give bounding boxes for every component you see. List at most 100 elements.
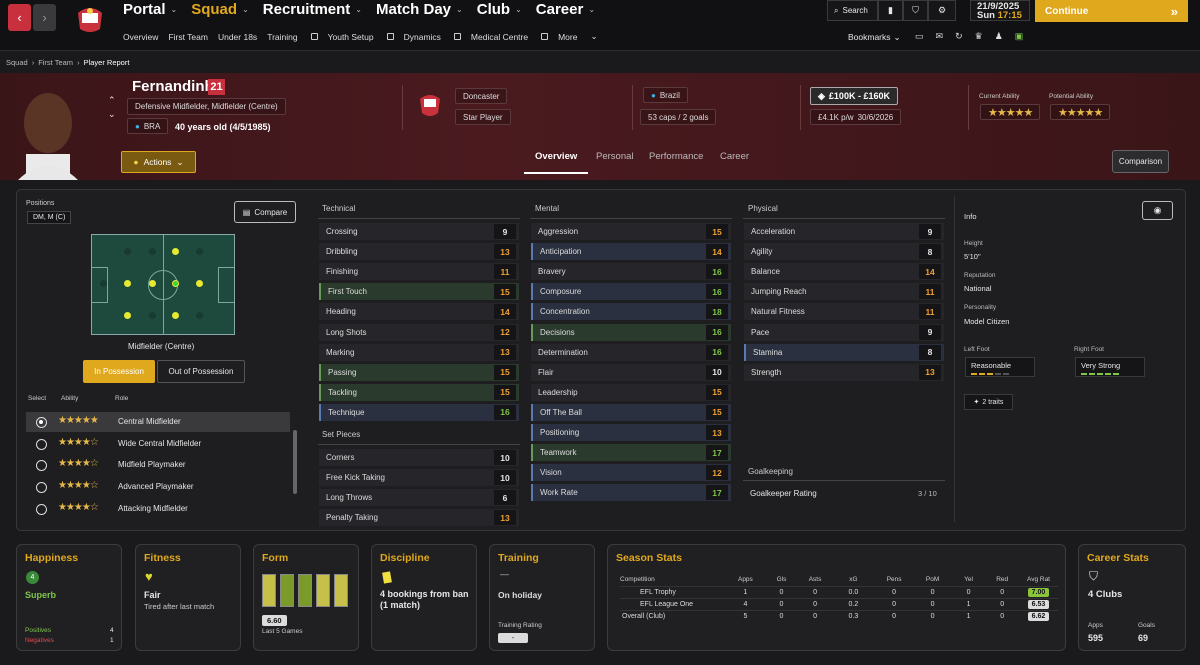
attribute-label: Decisions [540, 327, 575, 337]
settings-button[interactable]: ⚙ [928, 0, 956, 21]
sparkle-icon: ✦ [973, 399, 980, 406]
tab-performance[interactable]: Performance [649, 151, 703, 162]
role-row[interactable]: ★★★★☆ Midfield Playmaker [26, 455, 290, 475]
roles-scrollbar[interactable] [293, 430, 297, 494]
search-button[interactable]: ⌕ Search [827, 0, 878, 21]
fitness-card[interactable]: Fitness ♥ Fair Tired after last match [135, 544, 241, 651]
attribute-row: Decisions 16 [531, 323, 731, 341]
left-foot-label: Left Foot [964, 346, 990, 353]
attribute-value: 14 [919, 264, 941, 280]
next-player-icon[interactable]: ⌄ [108, 109, 116, 120]
refresh-icon[interactable]: ↻ [955, 31, 963, 42]
actions-button[interactable]: ● Actions ⌄ [121, 151, 196, 173]
comparison-button[interactable]: Comparison [1112, 150, 1169, 173]
attribute-label: Tackling [328, 387, 357, 397]
subnav-under-18s[interactable]: Under 18s [218, 31, 257, 42]
nav-club[interactable]: Club ⌄ [477, 0, 522, 18]
season-stats-cell: 7.00 [1018, 585, 1058, 598]
radio-button[interactable] [36, 417, 47, 428]
tab-career[interactable]: Career [720, 151, 749, 162]
radio-button[interactable] [36, 482, 47, 494]
notes-icon[interactable]: ▣ [1015, 31, 1024, 42]
club-crest-icon[interactable] [70, 3, 110, 35]
attribute-row: Acceleration 9 [744, 223, 944, 240]
nav-career[interactable]: Career ⌄ [536, 0, 595, 18]
inbox-icon[interactable]: ✉ [936, 31, 944, 42]
subnav-first-team[interactable]: First Team [168, 31, 208, 42]
nav-squad[interactable]: Squad ⌄ [191, 0, 249, 18]
club-name[interactable]: Doncaster [455, 88, 508, 104]
attribute-value: 17 [706, 485, 728, 501]
tab-overview[interactable]: Overview [535, 151, 577, 162]
discipline-card[interactable]: Discipline 4 bookings from ban (1 match) [371, 544, 477, 651]
role-row[interactable]: ★★★★☆ Attacking Midfielder [26, 499, 290, 519]
subnav-dynamics[interactable]: Dynamics [404, 31, 461, 42]
shield-button[interactable]: ⛉ [903, 0, 928, 21]
nav-recruitment[interactable]: Recruitment ⌄ [263, 0, 362, 18]
prev-player-icon[interactable]: ⌃ [108, 95, 116, 106]
subnav-overview[interactable]: Overview [123, 31, 158, 42]
attribute-value: 13 [919, 364, 941, 380]
attribute-value: 11 [494, 264, 516, 280]
shirt-icon[interactable]: ♟ [995, 31, 1003, 42]
attribute-row: Corners 10 [319, 449, 519, 466]
trophy-icon[interactable]: ♛ [975, 31, 983, 42]
form-rating: 6.60 [262, 615, 287, 626]
season-stats-cell: 0 [874, 597, 914, 610]
role-row[interactable]: ★★★★☆ Advanced Playmaker [26, 477, 290, 497]
back-button[interactable]: ‹ [8, 4, 31, 31]
chat-icon[interactable]: ▭ [915, 31, 924, 42]
career-stats-card[interactable]: Career Stats ⛉ 4 Clubs Apps 595 Goals 69 [1078, 544, 1186, 651]
season-stats-card[interactable]: Season Stats Competition Apps Gls Asts xG Pen… [607, 544, 1066, 651]
form-card[interactable]: Form 6.60 Last 5 Games [253, 544, 359, 651]
breadcrumb-squad[interactable]: Squad [6, 58, 28, 67]
nav-match-day[interactable]: Match Day ⌄ [376, 0, 463, 18]
radio-button[interactable] [36, 438, 47, 450]
attribute-row: Agility 8 [744, 243, 944, 261]
breadcrumb-first-team[interactable]: First Team [38, 58, 73, 67]
subnav-training[interactable]: Training [267, 31, 318, 42]
subnav-more[interactable]: More ⌄ [558, 31, 608, 42]
season-stats-cell: 0 [985, 609, 1019, 622]
happiness-card[interactable]: Happiness 4 Superb Positives 4 Negatives… [16, 544, 122, 651]
in-possession-button[interactable]: In Possession [83, 360, 155, 383]
nation-name[interactable]: ● Brazil [643, 87, 688, 103]
subnav-youth-setup[interactable]: Youth Setup [328, 31, 394, 42]
out-of-possession-button[interactable]: Out of Possession [157, 360, 245, 383]
nationality-code: ● BRA [127, 118, 169, 134]
training-card[interactable]: Training — On holiday Training Rating - [489, 544, 595, 651]
tab-personal[interactable]: Personal [596, 151, 634, 162]
attribute-value: 13 [494, 510, 516, 526]
nav-portal[interactable]: Portal ⌄ [123, 0, 177, 18]
attribute-row: Vision 12 [531, 464, 731, 482]
attribute-value: 16 [706, 324, 728, 340]
attribute-value: 13 [706, 425, 728, 440]
scout-button[interactable]: ◉ [1142, 201, 1173, 220]
avg-rating-badge: 7.00 [1027, 587, 1050, 597]
attribute-row: Flair 10 [531, 363, 731, 381]
physical-title: Physical [748, 204, 778, 213]
date-display[interactable]: 21/9/2025 Sun 17:15 [970, 0, 1030, 21]
left-foot-box: Reasonable [965, 357, 1035, 377]
position-dot [196, 248, 203, 255]
attribute-row: Free Kick Taking 10 [319, 469, 519, 487]
role-row[interactable]: ★★★★☆ Wide Central Midfielder [26, 434, 290, 454]
bookmark-button[interactable]: ▮ [878, 0, 903, 21]
bookmarks-button[interactable]: Bookmarks ⌄ [848, 32, 901, 43]
radio-button[interactable] [36, 460, 47, 472]
attribute-row: Positioning 13 [531, 424, 731, 441]
role-row[interactable]: ★★★★★ Central Midfielder [26, 412, 290, 432]
radio-button[interactable] [36, 503, 47, 515]
attribute-label: Determination [538, 347, 588, 357]
compare-button[interactable]: ▤ Compare [234, 201, 296, 223]
continue-button[interactable]: Continue» [1035, 0, 1188, 22]
season-stats-cell: 1 [951, 597, 986, 610]
subnav-medical-centre[interactable]: Medical Centre [471, 31, 549, 42]
season-stats-cell: 0 [874, 609, 914, 622]
forward-button[interactable]: › [33, 4, 56, 31]
attribute-value: 15 [494, 384, 516, 400]
attribute-label: Balance [751, 267, 780, 277]
top-bar: ‹ › Portal ⌄ Squad ⌄ Recruitment ⌄ Match Da… [0, 0, 1200, 51]
col-ability: Ability [61, 395, 79, 402]
traits-button[interactable]: ✦ 2 traits [964, 394, 1013, 410]
